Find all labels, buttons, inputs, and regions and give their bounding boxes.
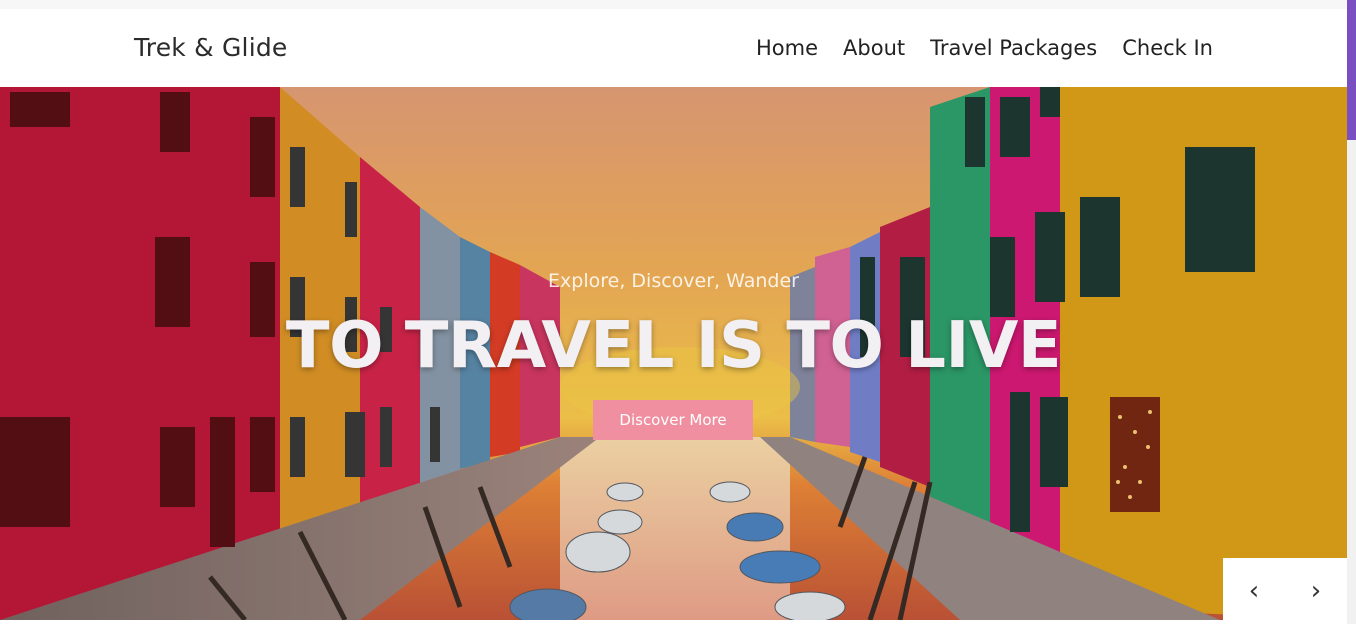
nav-travel-packages[interactable]: Travel Packages bbox=[930, 36, 1097, 60]
discover-more-button[interactable]: Discover More bbox=[593, 400, 753, 440]
brand-logo[interactable]: Trek & Glide bbox=[134, 33, 288, 62]
main-nav: Home About Travel Packages Check In bbox=[756, 36, 1213, 60]
page-scrollbar[interactable] bbox=[1347, 0, 1356, 624]
hero-subtitle: Explore, Discover, Wander bbox=[548, 270, 799, 292]
nav-check-in[interactable]: Check In bbox=[1122, 36, 1213, 60]
nav-home[interactable]: Home bbox=[756, 36, 818, 60]
top-strip bbox=[0, 0, 1347, 9]
hero-content: Explore, Discover, Wander TO TRAVEL IS T… bbox=[0, 87, 1347, 620]
chevron-left-icon[interactable]: ‹ bbox=[1234, 576, 1274, 606]
hero-title: TO TRAVEL IS TO LIVE bbox=[285, 309, 1062, 383]
site-header: Trek & Glide Home About Travel Packages … bbox=[0, 9, 1347, 87]
nav-about[interactable]: About bbox=[843, 36, 905, 60]
chevron-right-icon[interactable]: › bbox=[1296, 576, 1336, 606]
scrollbar-thumb[interactable] bbox=[1347, 0, 1356, 140]
hero-banner: Explore, Discover, Wander TO TRAVEL IS T… bbox=[0, 87, 1347, 620]
slider-controls: ‹ › bbox=[1223, 558, 1347, 620]
